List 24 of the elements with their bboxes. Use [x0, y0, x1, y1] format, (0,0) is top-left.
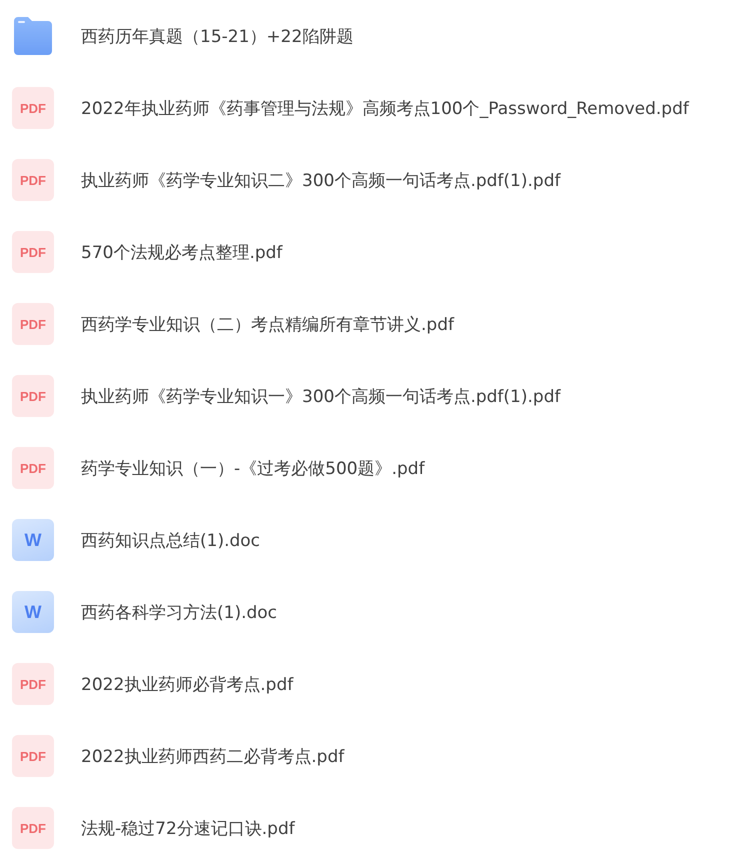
- file-name[interactable]: 执业药师《药学专业知识二》300个高频一句话考点.pdf(1).pdf: [81, 168, 560, 192]
- file-name[interactable]: 药学专业知识（一）-《过考必做500题》.pdf: [81, 456, 425, 480]
- file-name[interactable]: 西药历年真题（15-21）+22陷阱题: [81, 24, 354, 48]
- pdf-file-icon: PDF: [12, 663, 54, 705]
- file-name[interactable]: 2022年执业药师《药事管理与法规》高频考点100个_Password_Removed.pdf: [81, 96, 689, 120]
- pdf-file-icon: PDF: [12, 447, 54, 489]
- word-file-icon: W: [12, 519, 54, 561]
- pdf-file-icon: PDF: [12, 87, 54, 129]
- file-name[interactable]: 西药学专业知识（二）考点精编所有章节讲义.pdf: [81, 312, 454, 336]
- file-name[interactable]: 570个法规必考点整理.pdf: [81, 240, 282, 264]
- word-file-icon: W: [12, 591, 54, 633]
- file-name[interactable]: 2022执业药师必背考点.pdf: [81, 672, 294, 696]
- pdf-file-icon: PDF: [12, 735, 54, 777]
- file-name[interactable]: 西药知识点总结(1).doc: [81, 528, 260, 552]
- file-name[interactable]: 2022执业药师西药二必背考点.pdf: [81, 744, 344, 768]
- pdf-file-icon: PDF: [12, 303, 54, 345]
- file-name[interactable]: 执业药师《药学专业知识一》300个高频一句话考点.pdf(1).pdf: [81, 384, 560, 408]
- pdf-file-icon: PDF: [12, 375, 54, 417]
- pdf-file-icon: PDF: [12, 159, 54, 201]
- pdf-file-icon: PDF: [12, 807, 54, 849]
- folder-icon: [12, 15, 54, 57]
- file-name[interactable]: 法规-稳过72分速记口诀.pdf: [81, 816, 295, 840]
- pdf-file-icon: PDF: [12, 231, 54, 273]
- file-name[interactable]: 西药各科学习方法(1).doc: [81, 600, 278, 624]
